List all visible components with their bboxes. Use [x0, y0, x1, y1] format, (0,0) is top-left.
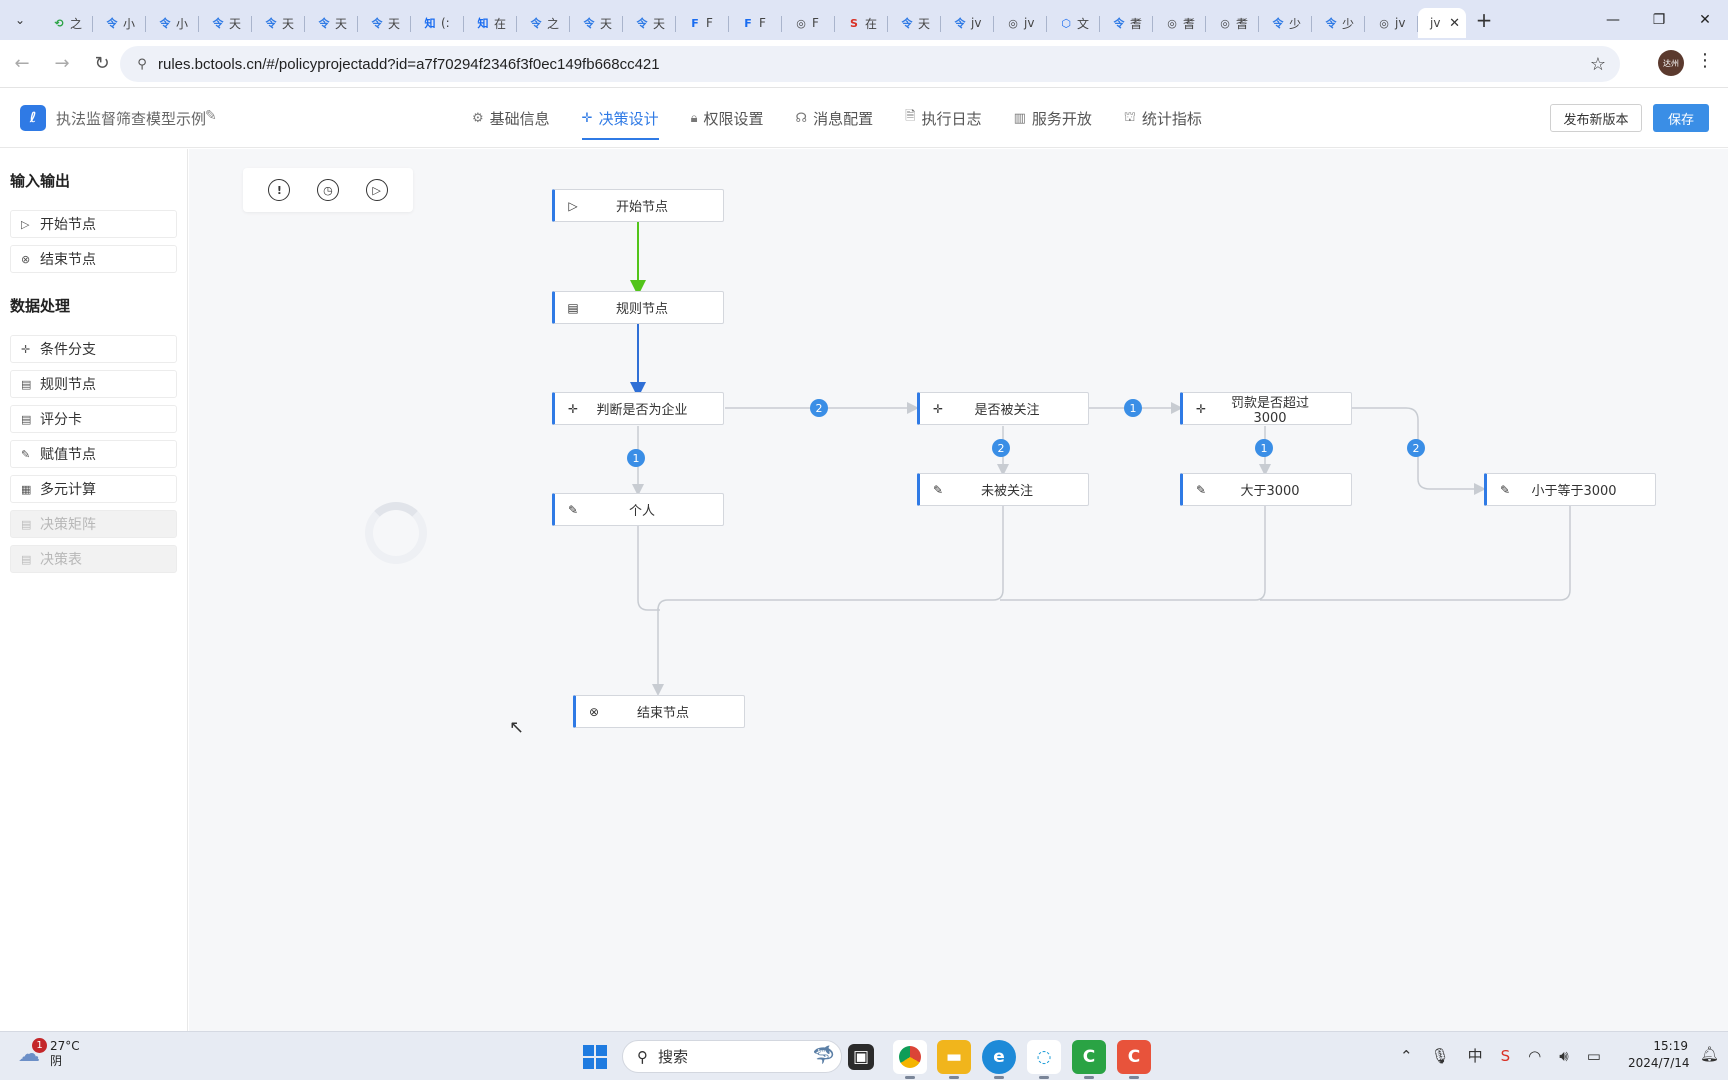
volume-icon[interactable]: 🔊︎ — [1559, 1047, 1568, 1065]
mouse-cursor-icon: ↖ — [509, 717, 525, 738]
edit-icon: ✎ — [1195, 482, 1207, 497]
node-label: 开始节点 — [615, 200, 668, 215]
ide-app-icon[interactable]: C — [1117, 1040, 1151, 1079]
microphone-icon[interactable]: 🎙︎ — [1431, 1047, 1450, 1065]
edit-icon: ✎ — [932, 482, 944, 497]
node-label: 判断是否为企业 — [596, 403, 688, 418]
node-label: 是否被关注 — [974, 403, 1040, 418]
node-person[interactable]: ✎ 个人 — [552, 493, 724, 526]
node-end[interactable]: ⊗ 结束节点 — [573, 695, 745, 728]
windows-taskbar: ☁ 1 27°C 阴 ⚲ 搜索 🦈︎ ▣ ▬ e ◌ C C ⌃ 🎙︎ 中 S ◠ … — [0, 1031, 1728, 1080]
system-tray: ⌃ 🎙︎ 中 S ◠ 🔊︎ ▭ — [1400, 1045, 1619, 1066]
shark-icon: 🦈︎ — [812, 1045, 835, 1066]
sogou-icon[interactable]: S — [1501, 1047, 1511, 1065]
node-label: 大于3000 — [1240, 484, 1300, 499]
node-judge-enterprise[interactable]: ✛ 判断是否为企业 — [552, 392, 724, 425]
node-label: 规则节点 — [615, 302, 668, 317]
date: 2024/7/14 — [1628, 1056, 1690, 1070]
editor-app-icon[interactable]: C — [1072, 1040, 1106, 1079]
cloud-icon: ☁ 1 — [18, 1037, 47, 1067]
node-label: 个人 — [628, 504, 655, 519]
branch-badge[interactable]: 2 — [810, 399, 828, 417]
node-rule[interactable]: ▤ 规则节点 — [552, 291, 724, 324]
search-placeholder: 搜索 — [658, 1048, 689, 1066]
input-method-indicator[interactable]: 中 — [1468, 1045, 1483, 1066]
canvas-scrollbar[interactable] — [1716, 150, 1728, 1030]
task-view-icon[interactable]: ▣ — [848, 1044, 874, 1070]
branch-icon: ✛ — [932, 401, 944, 416]
branch-badge[interactable]: 2 — [1407, 439, 1425, 457]
node-le3000[interactable]: ✎ 小于等于3000 — [1484, 473, 1656, 506]
temperature: 27°C — [50, 1039, 80, 1053]
node-start[interactable]: ▷ 开始节点 — [552, 189, 724, 222]
taskbar-search[interactable]: ⚲ 搜索 🦈︎ — [622, 1040, 842, 1073]
branch-badge[interactable]: 1 — [1124, 399, 1142, 417]
card-icon: ▤ — [567, 300, 579, 315]
chat-app-icon[interactable]: ◌ — [1027, 1040, 1061, 1079]
node-fine-check[interactable]: ✛ 罚款是否超过3000 — [1180, 392, 1352, 426]
start-button[interactable] — [583, 1045, 607, 1069]
notification-bell-icon[interactable]: 🔔︎ — [1700, 1045, 1719, 1063]
branch-icon: ✛ — [1195, 401, 1207, 416]
node-gt3000[interactable]: ✎ 大于3000 — [1180, 473, 1352, 506]
search-icon: ⚲ — [637, 1047, 648, 1066]
notification-badge: 1 — [32, 1037, 47, 1053]
chrome-icon[interactable] — [893, 1040, 927, 1079]
edge-merge — [637, 506, 1571, 611]
time: 15:19 — [1653, 1039, 1688, 1053]
close-circle-icon: ⊗ — [588, 704, 600, 719]
weather-widget[interactable]: ☁ 1 27°C 阴 — [18, 1037, 80, 1069]
edit-icon: ✎ — [567, 502, 579, 517]
node-label: 小于等于3000 — [1531, 484, 1617, 499]
system-clock[interactable]: 15:19 2024/7/14 — [1628, 1038, 1690, 1072]
branch-icon: ✛ — [567, 401, 579, 416]
branch-badge[interactable]: 1 — [627, 449, 645, 467]
branch-badge[interactable]: 2 — [992, 439, 1010, 457]
edit-icon: ✎ — [1499, 482, 1511, 497]
play-circle-icon: ▷ — [568, 198, 578, 213]
node-label: 结束节点 — [636, 706, 689, 721]
node-followed[interactable]: ✛ 是否被关注 — [917, 392, 1089, 425]
branch-badge[interactable]: 1 — [1255, 439, 1273, 457]
flow-edges — [630, 222, 1571, 696]
battery-icon[interactable]: ▭ — [1587, 1047, 1601, 1065]
wifi-icon[interactable]: ◠ — [1528, 1047, 1541, 1065]
node-label: 罚款是否超过3000 — [1230, 395, 1309, 426]
node-not-followed[interactable]: ✎ 未被关注 — [917, 473, 1089, 506]
weather-text: 阴 — [50, 1054, 63, 1068]
node-label: 未被关注 — [980, 484, 1033, 499]
chevron-up-icon[interactable]: ⌃ — [1400, 1047, 1413, 1065]
file-explorer-icon[interactable]: ▬ — [937, 1040, 971, 1079]
edge-icon[interactable]: e — [982, 1040, 1016, 1079]
